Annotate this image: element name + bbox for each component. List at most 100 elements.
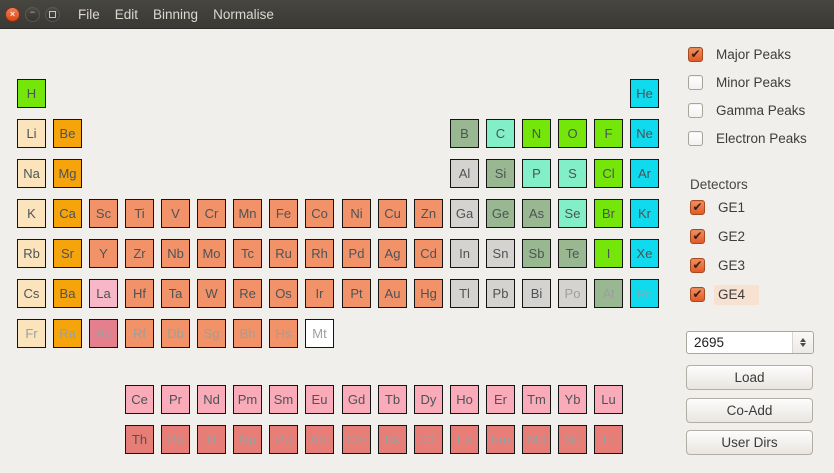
userdirs-button[interactable]: User Dirs [686,430,813,455]
element-tile-be[interactable]: Be [53,119,82,148]
element-tile-yb[interactable]: Yb [558,385,587,414]
element-tile-sc[interactable]: Sc [89,199,118,228]
menu-item-normalise[interactable]: Normalise [213,7,274,22]
element-tile-pm[interactable]: Pm [233,385,262,414]
element-tile-sb[interactable]: Sb [522,239,551,268]
element-tile-mn[interactable]: Mn [233,199,262,228]
element-tile-er[interactable]: Er [486,385,515,414]
element-tile-la[interactable]: La [89,279,118,308]
element-tile-k[interactable]: K [17,199,46,228]
element-tile-pt[interactable]: Pt [342,279,371,308]
element-tile-nb[interactable]: Nb [161,239,190,268]
element-tile-ru[interactable]: Ru [269,239,298,268]
element-tile-as[interactable]: As [522,199,551,228]
element-tile-ca[interactable]: Ca [53,199,82,228]
element-tile-ag[interactable]: Ag [378,239,407,268]
minimize-window-icon[interactable]: − [25,7,40,22]
run-number-spinbox[interactable]: 2695 [686,331,814,354]
element-tile-n[interactable]: N [522,119,551,148]
maximize-window-icon[interactable] [45,7,60,22]
element-tile-co[interactable]: Co [305,199,334,228]
peaks-checkbox-gamma[interactable] [688,103,703,118]
element-tile-pd[interactable]: Pd [342,239,371,268]
element-tile-au[interactable]: Au [378,279,407,308]
detector-checkbox-ge4[interactable]: ✔ [690,287,705,302]
element-tile-ir[interactable]: Ir [305,279,334,308]
element-tile-sm[interactable]: Sm [269,385,298,414]
element-tile-c[interactable]: C [486,119,515,148]
element-tile-nd[interactable]: Nd [197,385,226,414]
element-tile-mo[interactable]: Mo [197,239,226,268]
element-tile-cl[interactable]: Cl [594,159,623,188]
element-tile-br[interactable]: Br [594,199,623,228]
element-tile-mg[interactable]: Mg [53,159,82,188]
element-tile-w[interactable]: W [197,279,226,308]
element-tile-xe[interactable]: Xe [630,239,659,268]
element-tile-ga[interactable]: Ga [450,199,479,228]
element-tile-cr[interactable]: Cr [197,199,226,228]
element-tile-p[interactable]: P [522,159,551,188]
element-tile-ce[interactable]: Ce [125,385,154,414]
element-tile-s[interactable]: S [558,159,587,188]
element-tile-ta[interactable]: Ta [161,279,190,308]
element-tile-si[interactable]: Si [486,159,515,188]
detector-checkbox-ge1[interactable]: ✔ [690,200,705,215]
detector-checkbox-ge2[interactable]: ✔ [690,229,705,244]
element-tile-rh[interactable]: Rh [305,239,334,268]
element-tile-th[interactable]: Th [125,425,154,454]
element-tile-zn[interactable]: Zn [414,199,443,228]
element-tile-ge[interactable]: Ge [486,199,515,228]
element-tile-lu[interactable]: Lu [594,385,623,414]
element-tile-cu[interactable]: Cu [378,199,407,228]
element-tile-bi[interactable]: Bi [522,279,551,308]
element-tile-li[interactable]: Li [17,119,46,148]
element-tile-eu[interactable]: Eu [305,385,334,414]
element-tile-in[interactable]: In [450,239,479,268]
element-tile-rb[interactable]: Rb [17,239,46,268]
element-tile-v[interactable]: V [161,199,190,228]
close-window-icon[interactable]: × [5,7,20,22]
element-tile-kr[interactable]: Kr [630,199,659,228]
element-tile-he[interactable]: He [630,79,659,108]
element-tile-pr[interactable]: Pr [161,385,190,414]
element-tile-y[interactable]: Y [89,239,118,268]
element-tile-ar[interactable]: Ar [630,159,659,188]
element-tile-se[interactable]: Se [558,199,587,228]
element-tile-ni[interactable]: Ni [342,199,371,228]
element-tile-cd[interactable]: Cd [414,239,443,268]
spinbox-steppers[interactable] [792,332,813,353]
element-tile-zr[interactable]: Zr [125,239,154,268]
element-tile-sn[interactable]: Sn [486,239,515,268]
menu-item-binning[interactable]: Binning [153,7,198,22]
coadd-button[interactable]: Co-Add [686,398,813,423]
element-tile-ti[interactable]: Ti [125,199,154,228]
peaks-checkbox-minor[interactable] [688,75,703,90]
peaks-checkbox-major[interactable]: ✔ [688,47,703,62]
element-tile-re[interactable]: Re [233,279,262,308]
element-tile-tc[interactable]: Tc [233,239,262,268]
element-tile-gd[interactable]: Gd [342,385,371,414]
element-tile-os[interactable]: Os [269,279,298,308]
element-tile-tm[interactable]: Tm [522,385,551,414]
detector-checkbox-ge3[interactable]: ✔ [690,258,705,273]
spin-down-icon[interactable] [800,343,806,347]
element-tile-ho[interactable]: Ho [450,385,479,414]
element-tile-ba[interactable]: Ba [53,279,82,308]
element-tile-tl[interactable]: Tl [450,279,479,308]
element-tile-fe[interactable]: Fe [269,199,298,228]
element-tile-pb[interactable]: Pb [486,279,515,308]
element-tile-hf[interactable]: Hf [125,279,154,308]
peaks-checkbox-electron[interactable] [688,131,703,146]
menu-item-file[interactable]: File [78,7,100,22]
element-tile-i[interactable]: I [594,239,623,268]
element-tile-f[interactable]: F [594,119,623,148]
element-tile-te[interactable]: Te [558,239,587,268]
element-tile-cs[interactable]: Cs [17,279,46,308]
element-tile-dy[interactable]: Dy [414,385,443,414]
element-tile-hg[interactable]: Hg [414,279,443,308]
load-button[interactable]: Load [686,365,813,390]
element-tile-b[interactable]: B [450,119,479,148]
spin-up-icon[interactable] [800,338,806,342]
element-tile-al[interactable]: Al [450,159,479,188]
element-tile-o[interactable]: O [558,119,587,148]
